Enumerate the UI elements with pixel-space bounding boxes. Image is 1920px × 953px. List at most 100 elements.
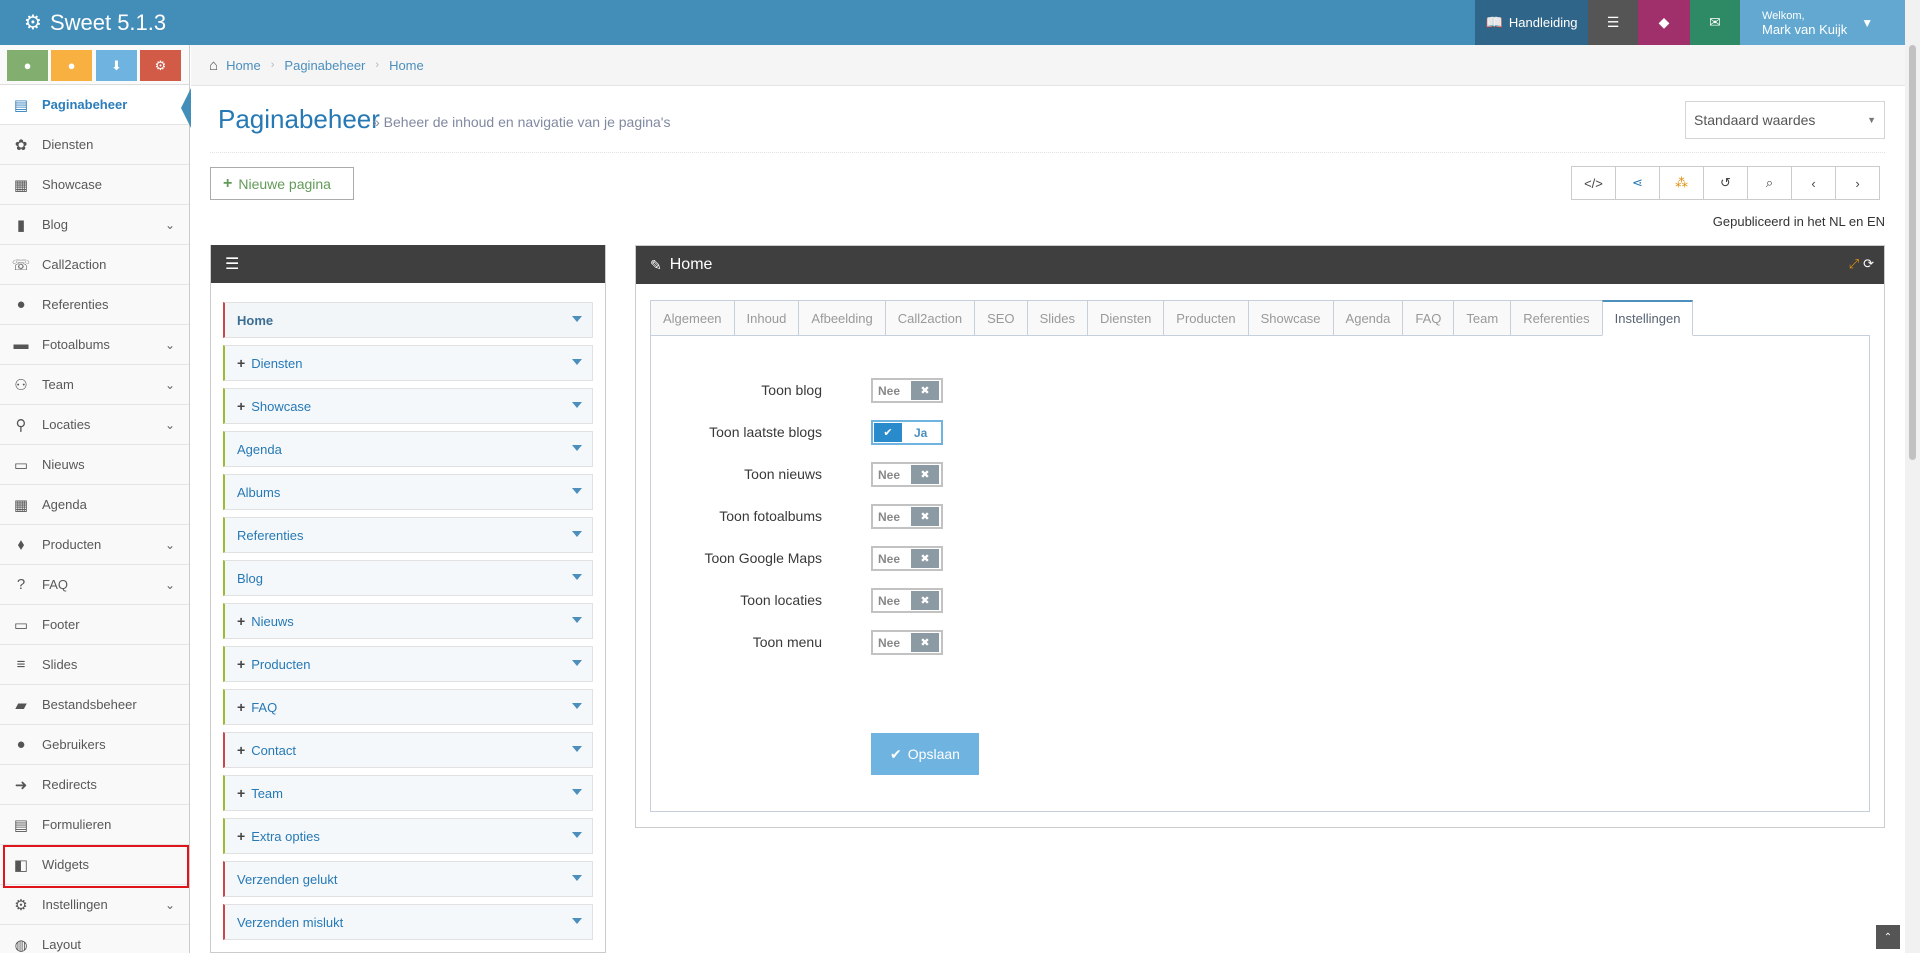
save-button[interactable]: ✔ Opslaan (871, 733, 979, 775)
sidebar-item-footer[interactable]: ▭ Footer (0, 605, 189, 645)
defaults-select[interactable]: Standaard waardes ▼ (1685, 101, 1885, 139)
tree-item[interactable]: + Diensten (223, 345, 593, 381)
sitemap-button[interactable]: ⁂ (1659, 166, 1704, 200)
sidebar-item-locaties[interactable]: ⚲ Locaties ⌄ (0, 405, 189, 445)
tree-item[interactable]: Home (223, 302, 593, 338)
setting-toggle[interactable]: Nee ✖ (871, 630, 943, 655)
diamond-button[interactable]: ◆ (1638, 0, 1690, 45)
setting-toggle[interactable]: Nee ✖ (871, 462, 943, 487)
sidebar-item-fotoalbums[interactable]: ▬ Fotoalbums ⌄ (0, 325, 189, 365)
sidebar-item-gebruikers[interactable]: ● Gebruikers (0, 725, 189, 765)
sidebar-item-formulieren[interactable]: ▤ Formulieren (0, 805, 189, 845)
sidebar-item-diensten[interactable]: ✿ Diensten (0, 125, 189, 165)
tree-item[interactable]: Verzenden mislukt (223, 904, 593, 940)
caret-down-icon[interactable] (572, 789, 582, 795)
tab-inhoud[interactable]: Inhoud (733, 300, 800, 336)
shortcut-location-button[interactable]: ● (7, 50, 48, 81)
tab-producten[interactable]: Producten (1163, 300, 1249, 336)
tab-referenties[interactable]: Referenties (1510, 300, 1603, 336)
shortcut-settings-button[interactable]: ⚙ (140, 50, 181, 81)
tree-item[interactable]: + Contact (223, 732, 593, 768)
caret-down-icon[interactable] (572, 445, 582, 451)
server-button[interactable]: ☰ (1588, 0, 1638, 45)
sidebar-item-showcase[interactable]: ▦ Showcase (0, 165, 189, 205)
sidebar-item-producten[interactable]: ⬧ Producten ⌄ (0, 525, 189, 565)
tab-algemeen[interactable]: Algemeen (650, 300, 735, 336)
setting-toggle[interactable]: Nee ✖ (871, 546, 943, 571)
caret-down-icon[interactable] (572, 359, 582, 365)
sidebar-item-team[interactable]: ⚇ Team ⌄ (0, 365, 189, 405)
sidebar-item-slides[interactable]: ≡ Slides (0, 645, 189, 685)
code-button[interactable]: </> (1571, 166, 1616, 200)
caret-down-icon[interactable] (572, 660, 582, 666)
caret-down-icon[interactable] (572, 402, 582, 408)
setting-toggle[interactable]: Nee ✖ (871, 588, 943, 613)
plus-icon[interactable]: + (237, 656, 245, 672)
history-button[interactable]: ↺ (1703, 166, 1748, 200)
plus-icon[interactable]: + (237, 398, 245, 414)
sidebar-item-referenties[interactable]: ● Referenties (0, 285, 189, 325)
plus-icon[interactable]: + (237, 699, 245, 715)
sidebar-item-layout[interactable]: ◍ Layout (0, 925, 189, 953)
search-button[interactable]: ⌕ (1747, 166, 1792, 200)
tab-team[interactable]: Team (1453, 300, 1512, 336)
new-page-button[interactable]: + Nieuwe pagina (210, 167, 354, 200)
back-to-top-button[interactable]: ⌃ (1876, 925, 1900, 949)
plus-icon[interactable]: + (237, 785, 245, 801)
next-button[interactable]: › (1835, 166, 1880, 200)
tab-slides[interactable]: Slides (1026, 300, 1088, 336)
caret-down-icon[interactable] (572, 918, 582, 924)
previous-button[interactable]: ‹ (1791, 166, 1836, 200)
scrollbar-thumb[interactable] (1909, 45, 1916, 460)
brand[interactable]: ⚙ Sweet 5.1.3 (24, 0, 166, 45)
tree-item[interactable]: + Showcase (223, 388, 593, 424)
tab-call2action[interactable]: Call2action (884, 300, 976, 336)
page-scrollbar[interactable] (1905, 0, 1920, 953)
caret-down-icon[interactable] (572, 746, 582, 752)
breadcrumb-home[interactable]: Home (226, 58, 261, 73)
sidebar-item-faq[interactable]: ? FAQ ⌄ (0, 565, 189, 605)
caret-down-icon[interactable] (572, 875, 582, 881)
setting-toggle[interactable]: Nee ✖ (871, 504, 943, 529)
sidebar-item-bestandsbeheer[interactable]: ▰ Bestandsbeheer (0, 685, 189, 725)
setting-toggle[interactable]: Ja ✔ (871, 420, 943, 445)
manual-button[interactable]: 📖 Handleiding (1475, 0, 1588, 45)
shortcut-download-button[interactable]: ⬇ (96, 50, 137, 81)
caret-down-icon[interactable] (572, 832, 582, 838)
tree-item[interactable]: Referenties (223, 517, 593, 553)
caret-down-icon[interactable] (572, 316, 582, 322)
sidebar-item-agenda[interactable]: ▦ Agenda (0, 485, 189, 525)
tree-item[interactable]: + Nieuws (223, 603, 593, 639)
tab-showcase[interactable]: Showcase (1247, 300, 1334, 336)
tab-agenda[interactable]: Agenda (1332, 300, 1404, 336)
mail-button[interactable]: ✉ (1690, 0, 1740, 45)
tree-item[interactable]: Agenda (223, 431, 593, 467)
tree-item[interactable]: + FAQ (223, 689, 593, 725)
sidebar-item-paginabeheer[interactable]: ▤ Paginabeheer (0, 85, 189, 125)
caret-down-icon[interactable] (572, 574, 582, 580)
breadcrumb-current[interactable]: Home (389, 58, 424, 73)
refresh-icon[interactable]: ⟳ (1863, 256, 1874, 272)
tree-item[interactable]: + Extra opties (223, 818, 593, 854)
tree-item[interactable]: Blog (223, 560, 593, 596)
user-menu[interactable]: Welkom, Mark van Kuijk ▼ (1740, 0, 1905, 45)
sidebar-item-redirects[interactable]: ➜ Redirects (0, 765, 189, 805)
plus-icon[interactable]: + (237, 613, 245, 629)
plus-icon[interactable]: + (237, 355, 245, 371)
tab-afbeelding[interactable]: Afbeelding (798, 300, 886, 336)
tab-seo[interactable]: SEO (974, 300, 1028, 336)
tab-faq[interactable]: FAQ (1402, 300, 1455, 336)
tree-item[interactable]: Verzenden gelukt (223, 861, 593, 897)
share-button[interactable]: ⋖ (1615, 166, 1660, 200)
caret-down-icon[interactable] (572, 703, 582, 709)
tree-item[interactable]: + Team (223, 775, 593, 811)
sidebar-item-instellingen[interactable]: ⚙ Instellingen ⌄ (0, 885, 189, 925)
tree-item[interactable]: Albums (223, 474, 593, 510)
plus-icon[interactable]: + (237, 742, 245, 758)
tab-diensten[interactable]: Diensten (1086, 300, 1165, 336)
tab-instellingen[interactable]: Instellingen (1601, 300, 1694, 336)
sidebar-item-call2action[interactable]: ☏ Call2action (0, 245, 189, 285)
tree-item[interactable]: + Producten (223, 646, 593, 682)
shortcut-user-button[interactable]: ● (51, 50, 92, 81)
caret-down-icon[interactable] (572, 488, 582, 494)
